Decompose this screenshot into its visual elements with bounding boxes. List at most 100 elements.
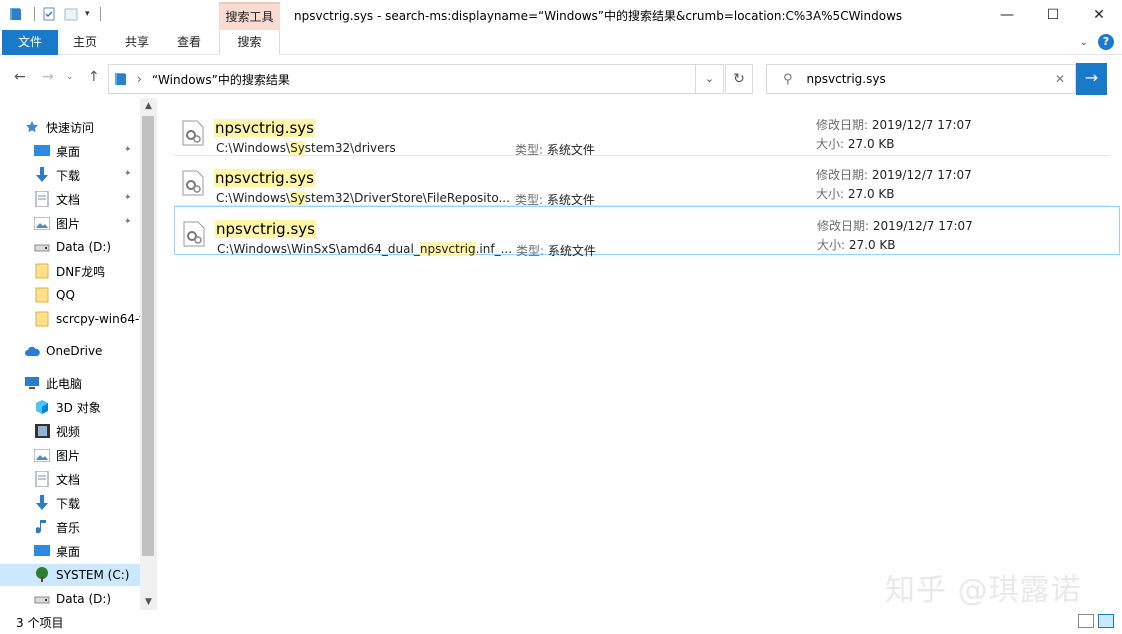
title-bar: ▾ 搜索工具 npsvctrig.sys - search-ms:display…	[0, 0, 1122, 30]
tab-home[interactable]: 主页	[62, 30, 108, 55]
scrollbar-thumb[interactable]	[142, 116, 154, 556]
customize-toolbar-icon[interactable]: ▾	[85, 9, 90, 19]
document-icon	[34, 191, 50, 207]
sidebar-item-quick-1[interactable]: 下载	[0, 164, 140, 186]
clear-search-icon[interactable]: ✕	[1055, 72, 1065, 86]
search-box[interactable]: ⚲ npsvctrig.sys ✕	[766, 64, 1076, 94]
file-name[interactable]: npsvctrig.sys	[214, 118, 315, 138]
content-view-icon[interactable]	[1098, 614, 1114, 628]
explorer-window-icon[interactable]	[8, 6, 24, 22]
drive-icon	[34, 239, 50, 255]
ribbon-controls: ⌄ ?	[1080, 34, 1114, 50]
sidebar-item-label: 下载	[56, 168, 81, 183]
result-row[interactable]: npsvctrig.sys C:\Windows\System32\DriverS…	[174, 156, 1120, 207]
breadcrumb-separator[interactable]: ›	[137, 72, 142, 86]
close-icon: ✕	[1093, 7, 1105, 23]
refresh-button[interactable]: ↻	[725, 64, 753, 94]
size-label: 大小:	[816, 187, 845, 201]
minimize-button[interactable]: —	[984, 0, 1030, 30]
sidebar-item-quick-3[interactable]: 图片	[0, 212, 140, 234]
details-view-icon[interactable]	[1078, 614, 1094, 628]
scroll-up-icon[interactable]: ▲	[140, 98, 157, 114]
search-tools-context-label: 搜索工具	[219, 2, 280, 30]
sidebar-item-pc-0[interactable]: 3D 对象	[0, 396, 140, 418]
path-text: C:\Windows\	[216, 141, 291, 155]
sidebar-item-pc-1[interactable]: 视频	[0, 420, 140, 442]
sidebar-item-label: 图片	[56, 216, 81, 231]
scroll-down-icon[interactable]: ▼	[140, 594, 157, 610]
properties-icon[interactable]	[41, 6, 57, 22]
sidebar-item-label: scrcpy-win64-v	[56, 312, 140, 326]
ribbon-tabs: 文件 主页 共享 查看 搜索 ⌄ ?	[0, 30, 1122, 55]
result-row[interactable]: npsvctrig.sys C:\Windows\WinSxS\amd64_dua…	[174, 206, 1120, 258]
sidebar-item-label: 视频	[56, 424, 81, 439]
file-name[interactable]: npsvctrig.sys	[215, 219, 316, 239]
search-results-pane: npsvctrig.sys C:\Windows\System32\drivers…	[157, 98, 1122, 610]
tab-view[interactable]: 查看	[166, 30, 212, 55]
sidebar-item-quick-7[interactable]: scrcpy-win64-v	[0, 308, 140, 330]
sidebar-scrollbar[interactable]: ▲ ▼	[140, 98, 157, 610]
sidebar-item-pc-8[interactable]: Data (D:)	[0, 588, 140, 610]
sidebar-item-label: 文档	[56, 192, 81, 207]
sidebar-item-pc-3[interactable]: 文档	[0, 468, 140, 490]
sidebar-item-pc-4[interactable]: 下载	[0, 492, 140, 514]
back-arrow-icon[interactable]: ←	[14, 69, 26, 85]
search-match-highlight: Sy	[290, 141, 305, 155]
cloud-icon	[24, 343, 40, 359]
date-label: 修改日期:	[816, 168, 869, 182]
window-title: npsvctrig.sys - search-ms:displayname=“W…	[294, 9, 903, 23]
sidebar-item-quick-5[interactable]: DNF龙鸣	[0, 260, 140, 282]
search-match-highlight: Sy	[290, 191, 305, 205]
type-label: 类型:	[516, 244, 545, 258]
item-count: 3 个项目	[16, 616, 64, 630]
star-icon	[24, 119, 40, 135]
pin-icon: ✦	[124, 193, 132, 203]
breadcrumb[interactable]: “Windows”中的搜索结果	[152, 71, 290, 88]
help-icon[interactable]: ?	[1098, 34, 1114, 50]
sidebar-item-label: 3D 对象	[56, 400, 101, 415]
tab-share[interactable]: 共享	[114, 30, 160, 55]
document-icon	[34, 471, 50, 487]
file-size: 大小: 27.0 KB	[817, 236, 896, 253]
sidebar-item-quick-4[interactable]: Data (D:)	[0, 236, 140, 258]
result-row[interactable]: npsvctrig.sys C:\Windows\System32\drivers…	[174, 106, 1120, 157]
chevron-down-icon[interactable]: ⌄	[695, 65, 723, 93]
expand-ribbon-icon[interactable]: ⌄	[1080, 37, 1088, 48]
search-input[interactable]: npsvctrig.sys	[807, 72, 886, 86]
desktop-icon	[34, 143, 50, 159]
date-label: 修改日期:	[817, 219, 870, 233]
sidebar-item-pc-2[interactable]: 图片	[0, 444, 140, 466]
folder-icon	[34, 311, 50, 327]
explorer-window: ▾ 搜索工具 npsvctrig.sys - search-ms:display…	[0, 0, 1122, 634]
new-folder-icon[interactable]	[63, 6, 79, 22]
date-value: 2019/12/7 17:07	[868, 168, 972, 182]
path-text: .inf_...	[475, 242, 513, 256]
file-path: C:\Windows\System32\DriverStore\FileRepo…	[216, 191, 510, 205]
computer-icon	[24, 375, 40, 391]
search-results-icon	[115, 73, 126, 85]
sidebar-item-quick-0[interactable]: 桌面	[0, 140, 140, 162]
address-bar[interactable]: › “Windows”中的搜索结果 ⌄	[108, 64, 724, 94]
path-text: C:\Windows\WinSxS\amd64_dual_	[217, 242, 420, 256]
file-name[interactable]: npsvctrig.sys	[214, 168, 315, 188]
search-go-button[interactable]: →	[1076, 63, 1107, 95]
size-value: 27.0 KB	[844, 187, 895, 201]
size-label: 大小:	[817, 238, 846, 252]
sidebar-item-label: Data (D:)	[56, 592, 112, 606]
sidebar-item-quick-6[interactable]: QQ	[0, 284, 140, 306]
tab-file[interactable]: 文件	[2, 30, 58, 55]
tab-search[interactable]: 搜索	[219, 30, 280, 55]
size-value: 27.0 KB	[845, 238, 896, 252]
modified-date: 修改日期: 2019/12/7 17:07	[816, 116, 972, 133]
sidebar-item-pc-6[interactable]: 桌面	[0, 540, 140, 562]
sidebar-item-quick-2[interactable]: 文档	[0, 188, 140, 210]
forward-arrow-icon[interactable]: →	[42, 69, 54, 85]
sidebar-item-pc-5[interactable]: 音乐	[0, 516, 140, 538]
sidebar-item-pc-7[interactable]: SYSTEM (C:)	[0, 564, 140, 586]
path-text: C:\Windows\	[216, 191, 291, 205]
close-button[interactable]: ✕	[1076, 0, 1122, 30]
up-arrow-icon[interactable]: ↑	[88, 69, 100, 85]
toolbar-divider	[99, 7, 101, 21]
recent-locations-icon[interactable]: ⌄	[66, 72, 74, 82]
maximize-button[interactable]: ☐	[1030, 0, 1076, 30]
